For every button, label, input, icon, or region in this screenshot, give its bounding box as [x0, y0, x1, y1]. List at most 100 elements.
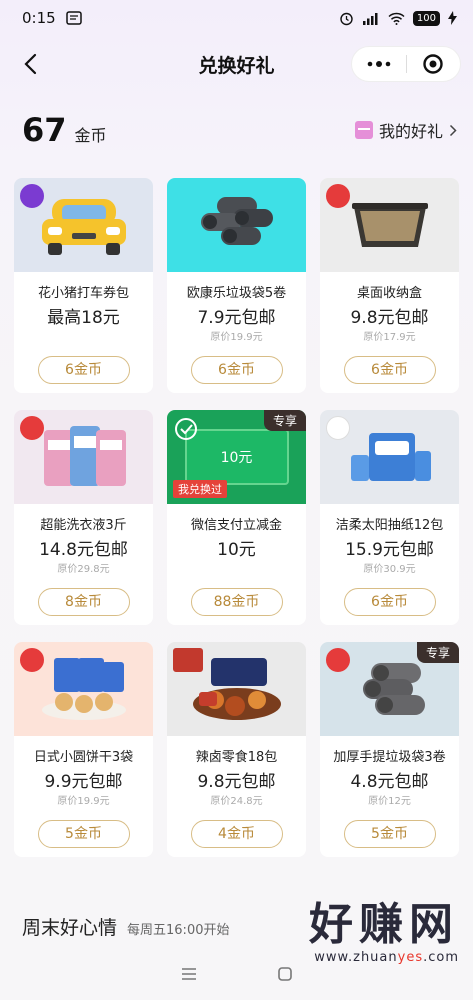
- system-nav-bar: [0, 948, 473, 1000]
- redeem-button[interactable]: 6金币: [37, 356, 130, 384]
- weekend-section-header: 周末好心情 每周五16:00开始: [22, 913, 229, 940]
- product-card[interactable]: 日式小圆饼干3袋 9.9元包邮 原价19.9元 5金币: [14, 642, 153, 857]
- product-name: 花小猪打车券包: [37, 286, 129, 301]
- product-price: 15.9元包邮: [345, 540, 434, 560]
- redeemed-tag: 我兑换过: [173, 480, 227, 498]
- coin-count: 67: [22, 111, 67, 149]
- trash-bag-rolls-icon: [362, 663, 425, 715]
- redeem-button[interactable]: 6金币: [343, 356, 436, 384]
- status-time: 0:15: [22, 9, 56, 27]
- nav-bar: 兑换好礼: [0, 36, 473, 92]
- product-original-price: 原价19.9元: [57, 796, 110, 807]
- product-image: [14, 178, 153, 272]
- product-original-price: 原价24.8元: [210, 796, 263, 807]
- home-icon[interactable]: [277, 966, 293, 982]
- product-name: 微信支付立减金: [190, 518, 282, 533]
- more-dots-icon: [367, 61, 391, 67]
- product-card[interactable]: 超能洗衣液3斤 14.8元包邮 原价29.8元 8金币: [14, 410, 153, 625]
- product-price: 9.9元包邮: [44, 772, 123, 792]
- product-price: 14.8元包邮: [39, 540, 128, 560]
- product-original-price: 原价29.8元: [57, 564, 110, 575]
- brand-logo-icon: [326, 184, 350, 208]
- brand-logo-icon: [20, 648, 44, 672]
- product-card[interactable]: 专享 10元 我兑换过 微信支付立减金 10元 88金币: [167, 410, 306, 625]
- product-price: 9.8元包邮: [350, 308, 429, 328]
- product-card[interactable]: 桌面收纳盒 9.8元包邮 原价17.9元 6金币: [320, 178, 459, 393]
- product-price: 最高18元: [47, 308, 120, 328]
- mini-program-capsule: [351, 46, 461, 82]
- product-card[interactable]: 花小猪打车券包 最高18元 6金币: [14, 178, 153, 393]
- product-card[interactable]: 洁柔太阳抽纸12包 15.9元包邮 原价30.9元 6金币: [320, 410, 459, 625]
- product-name: 辣卤零食18包: [195, 750, 278, 765]
- product-image: [167, 642, 306, 736]
- weekend-title: 周末好心情: [22, 917, 118, 939]
- redeem-button[interactable]: 5金币: [343, 820, 436, 848]
- battery-indicator: 100: [412, 10, 440, 26]
- alarm-icon: [340, 12, 353, 25]
- product-price: 7.9元包邮: [197, 308, 276, 328]
- page-title: 兑换好礼: [198, 54, 275, 77]
- product-original-price: [167, 564, 306, 576]
- brand-logo-icon: [326, 416, 350, 440]
- back-button[interactable]: [14, 48, 46, 80]
- product-name: 洁柔太阳抽纸12包: [335, 518, 444, 533]
- product-name: 加厚手提垃圾袋3卷: [333, 750, 446, 765]
- exclusive-tag: 专享: [263, 410, 306, 431]
- wechat-voucher-card: 10元: [184, 429, 289, 485]
- brand-logo-icon: [173, 648, 203, 672]
- redeem-button[interactable]: 6金币: [190, 356, 283, 384]
- gift-icon: [354, 121, 373, 139]
- product-image: [320, 178, 459, 272]
- product-original-price: 原价12元: [368, 796, 411, 807]
- taxi-car-icon: [41, 199, 126, 255]
- redeem-button[interactable]: 4金币: [190, 820, 283, 848]
- menu-icon[interactable]: [181, 967, 197, 981]
- product-image: [167, 178, 306, 272]
- my-gifts-link[interactable]: 我的好礼: [354, 118, 457, 142]
- watermark-logo: 好赚网: [309, 899, 459, 950]
- my-gifts-label: 我的好礼: [378, 122, 443, 141]
- product-original-price: 原价30.9元: [363, 564, 416, 575]
- brand-logo-icon: [20, 416, 44, 440]
- product-price: 9.8元包邮: [197, 772, 276, 792]
- wifi-icon: [388, 12, 405, 25]
- target-close-icon: [423, 54, 443, 74]
- redeem-button[interactable]: 8金币: [37, 588, 130, 616]
- product-image: [320, 410, 459, 504]
- product-original-price: [14, 332, 153, 344]
- charging-icon: [448, 11, 457, 25]
- chevron-right-icon: [449, 124, 457, 136]
- brand-logo-icon: [20, 184, 44, 208]
- tissue-pack-icon: [350, 433, 431, 481]
- signal-icon: [362, 12, 378, 25]
- redeem-button[interactable]: 5金币: [37, 820, 130, 848]
- product-name: 日式小圆饼干3袋: [33, 750, 134, 765]
- product-original-price: 原价19.9元: [210, 332, 263, 343]
- weekend-subtitle: 每周五16:00开始: [127, 923, 230, 938]
- redeem-button[interactable]: 88金币: [190, 588, 283, 616]
- more-button[interactable]: [352, 47, 406, 81]
- brand-logo-icon: [326, 648, 350, 672]
- product-card[interactable]: 专享 加厚手提垃圾袋3卷 4.8元包邮 原价12元 5金币: [320, 642, 459, 857]
- voucher-amount: 10元: [220, 450, 253, 466]
- product-grid: 花小猪打车券包 最高18元 6金币 欧康乐垃圾袋5卷 7.9元包邮 原价19.9…: [0, 178, 473, 857]
- product-name: 超能洗衣液3斤: [40, 518, 127, 533]
- storage-box-icon: [351, 203, 428, 247]
- product-image: 专享: [320, 642, 459, 736]
- biscuit-bags-icon: [41, 658, 126, 720]
- product-name: 桌面收纳盒: [356, 286, 422, 301]
- product-card[interactable]: 辣卤零食18包 9.8元包邮 原价24.8元 4金币: [167, 642, 306, 857]
- close-mini-program-button[interactable]: [407, 47, 461, 81]
- product-image: [14, 642, 153, 736]
- wechat-pay-icon: [175, 418, 197, 440]
- coin-balance: 67 金币: [22, 111, 107, 149]
- coin-unit: 金币: [74, 126, 107, 145]
- status-bar: 0:15 100: [0, 0, 473, 36]
- product-image: [14, 410, 153, 504]
- trash-bag-rolls-icon: [200, 197, 273, 245]
- redeem-button[interactable]: 6金币: [343, 588, 436, 616]
- product-card[interactable]: 欧康乐垃圾袋5卷 7.9元包邮 原价19.9元 6金币: [167, 178, 306, 393]
- chevron-left-icon: [24, 53, 37, 75]
- product-price: 4.8元包邮: [350, 772, 429, 792]
- product-price: 10元: [217, 540, 256, 560]
